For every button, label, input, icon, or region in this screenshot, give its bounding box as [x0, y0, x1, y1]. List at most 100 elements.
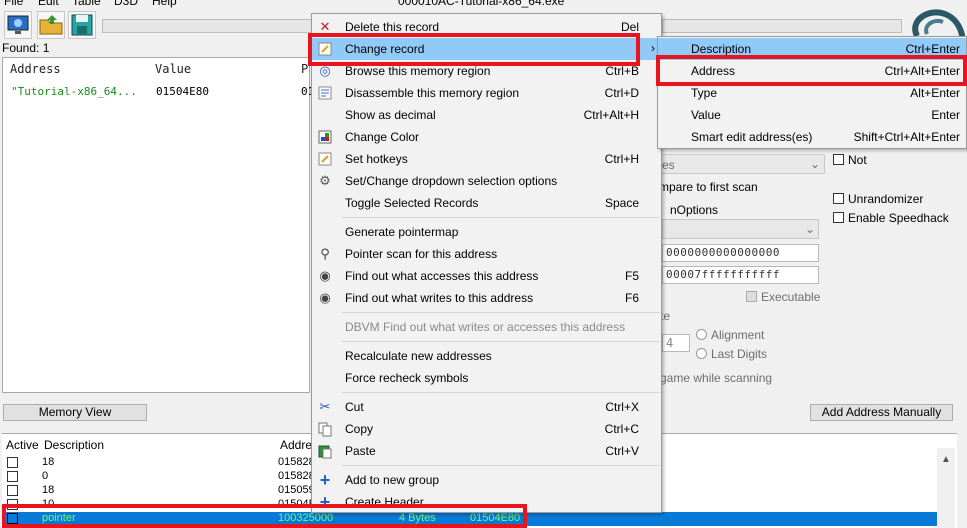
row-description: 18: [42, 484, 55, 496]
menu-item-change-color[interactable]: Change Color: [312, 126, 661, 148]
pause-game-checkbox[interactable]: game while scanning: [660, 371, 772, 385]
find-writes-icon: ◉: [319, 290, 331, 305]
unrandomizer-checkbox[interactable]: Unrandomizer: [833, 192, 923, 206]
menu-item-recalculate[interactable]: Recalculate new addresses: [312, 345, 661, 367]
memory-view-button[interactable]: Memory View: [3, 404, 147, 421]
column-address[interactable]: Address: [10, 62, 61, 76]
menu-item-shortcut: Ctrl+Alt+H: [583, 108, 639, 122]
menu-item-label: Set/Change dropdown selection options: [345, 174, 558, 188]
menu-item-dropdown-options[interactable]: ⚙ Set/Change dropdown selection options: [312, 170, 661, 192]
menu-item-label: Find out what writes to this address: [345, 291, 534, 305]
menu-item-find-writes[interactable]: ◉ Find out what writes to this address F…: [312, 287, 661, 309]
open-folder-icon: [39, 15, 63, 35]
result-value[interactable]: 01504E80: [156, 85, 209, 98]
menu-item-label: Generate pointermap: [345, 225, 459, 239]
menu-item-set-hotkeys[interactable]: Set hotkeys Ctrl+H: [312, 148, 661, 170]
active-checkbox[interactable]: [7, 457, 18, 468]
column-active[interactable]: Active: [6, 438, 39, 452]
plus-icon: +: [319, 470, 331, 490]
row-address: 015828: [278, 456, 315, 468]
menu-item-label: Set hotkeys: [345, 152, 408, 166]
row-description: 18: [42, 456, 55, 468]
submenu-item-smart-edit[interactable]: Smart edit address(es) Shift+Ctrl+Alt+En…: [658, 126, 966, 148]
menu-item-add-group[interactable]: + Add to new group: [312, 469, 661, 491]
start-address-input[interactable]: 0000000000000000: [662, 244, 819, 262]
chevron-down-icon: ⌄: [805, 222, 816, 236]
menu-item-disassemble[interactable]: Disassemble this memory region Ctrl+D: [312, 82, 661, 104]
executable-checkbox[interactable]: Executable: [746, 290, 820, 304]
menu-separator: [342, 312, 660, 313]
menu-item-shortcut: Ctrl+X: [605, 400, 639, 414]
menu-item-label: Description: [691, 42, 752, 56]
menu-item-label: Cut: [345, 400, 364, 414]
menu-item-shortcut: Ctrl+C: [604, 422, 639, 436]
menu-item-label: Pointer scan for this address: [345, 247, 498, 261]
address-list-scrollbar[interactable]: ▲: [937, 448, 955, 528]
menu-item-shortcut: F5: [624, 269, 639, 283]
stop-address-input[interactable]: 00007fffffffffff: [662, 266, 819, 284]
row-address: 015059: [278, 484, 315, 496]
select-process-button[interactable]: [4, 11, 32, 39]
menu-item-label: Recalculate new addresses: [345, 349, 492, 363]
menu-item-label: Delete this record: [345, 20, 440, 34]
add-address-manually-button[interactable]: Add Address Manually: [810, 404, 953, 421]
active-checkbox[interactable]: [7, 471, 18, 482]
region-dropdown[interactable]: ⌄: [662, 219, 819, 239]
menu-help[interactable]: Help: [152, 0, 177, 8]
menu-item-toggle-records[interactable]: Toggle Selected Records Space: [312, 192, 661, 214]
menu-item-shortcut: Ctrl+B: [605, 64, 639, 78]
menu-item-shortcut: Enter: [931, 108, 960, 122]
compare-first-scan[interactable]: mpare to first scan: [659, 180, 758, 194]
disassemble-icon: [317, 85, 333, 101]
find-access-icon: ◉: [319, 268, 331, 283]
menu-item-label: Find out what accesses this address: [345, 269, 539, 283]
menu-item-label: Add to new group: [345, 473, 440, 487]
window-title: 000010AC-Tutorial-x86_64.exe: [398, 0, 565, 8]
value-type-text: es: [662, 158, 675, 172]
menu-item-shortcut: Ctrl+V: [605, 444, 639, 458]
change-record-submenu: Description Ctrl+Enter Address Ctrl+Alt+…: [657, 36, 967, 149]
menu-separator: [342, 392, 660, 393]
not-checkbox[interactable]: Not: [833, 153, 867, 167]
row-address: 015828: [278, 470, 315, 482]
menu-item-paste[interactable]: Paste Ctrl+V: [312, 440, 661, 462]
column-value[interactable]: Value: [155, 62, 191, 76]
last-digits-radio[interactable]: Last Digits: [696, 347, 767, 361]
speedhack-checkbox[interactable]: Enable Speedhack: [833, 211, 949, 225]
menu-edit[interactable]: Edit: [38, 0, 59, 8]
annotation-box-pointer-row: [2, 504, 527, 528]
alignment-radio[interactable]: Alignment: [696, 328, 764, 342]
menu-item-find-accesses[interactable]: ◉ Find out what accesses this address F5: [312, 265, 661, 287]
column-address-list[interactable]: Addre: [280, 438, 312, 452]
value-type-dropdown[interactable]: es ⌄: [657, 154, 825, 174]
menu-item-pointer-scan[interactable]: ⚲ Pointer scan for this address: [312, 243, 661, 265]
menu-item-force-recheck[interactable]: Force recheck symbols: [312, 367, 661, 389]
magnifier-icon: ⚲: [320, 246, 330, 261]
menu-item-label: Disassemble this memory region: [345, 86, 520, 100]
result-address[interactable]: "Tutorial-x86_64...: [11, 85, 137, 98]
menu-table[interactable]: Table: [72, 0, 101, 8]
save-button[interactable]: [68, 11, 96, 39]
scissors-icon: ✂: [319, 399, 331, 414]
menu-item-label: Type: [691, 86, 718, 100]
submenu-arrow-icon: ›: [651, 41, 655, 55]
active-checkbox[interactable]: [7, 485, 18, 496]
submenu-item-value[interactable]: Value Enter: [658, 104, 966, 126]
menu-bar: File Edit Table D3D Help 000010AC-Tutori…: [0, 0, 967, 8]
scan-results-list[interactable]: Address Value P "Tutorial-x86_64... 0150…: [2, 57, 314, 393]
menu-item-generate-pointermap[interactable]: Generate pointermap: [312, 221, 661, 243]
menu-item-label: Force recheck symbols: [345, 371, 469, 385]
column-description[interactable]: Description: [44, 438, 104, 452]
menu-d3d[interactable]: D3D: [114, 0, 138, 8]
menu-item-show-decimal[interactable]: Show as decimal Ctrl+Alt+H: [312, 104, 661, 126]
color-palette-icon: [317, 129, 333, 145]
paste-icon: [317, 443, 333, 459]
menu-file[interactable]: File: [4, 0, 23, 8]
scroll-up-icon[interactable]: ▲: [941, 454, 951, 465]
alignment-input[interactable]: 4: [662, 334, 690, 352]
open-file-button[interactable]: [37, 11, 65, 39]
menu-item-shortcut: F6: [624, 291, 639, 305]
hotkey-icon: [317, 151, 333, 167]
menu-item-cut[interactable]: ✂ Cut Ctrl+X: [312, 396, 661, 418]
menu-item-copy[interactable]: Copy Ctrl+C: [312, 418, 661, 440]
